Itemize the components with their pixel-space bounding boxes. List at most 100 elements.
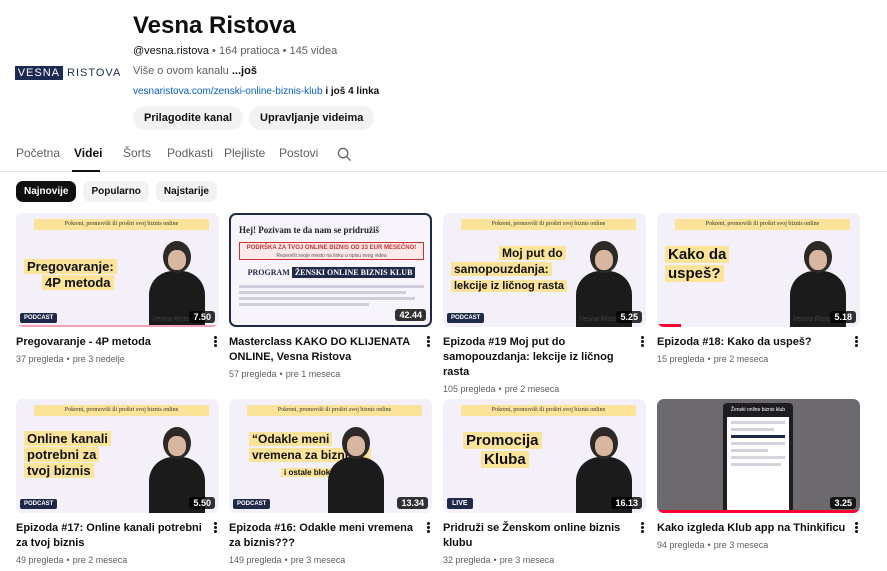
more-options-icon[interactable] xyxy=(424,521,432,535)
video-card[interactable]: Pokreni, promoviši ili proširi svoj bizn… xyxy=(229,399,432,565)
video-duration: 5.18 xyxy=(830,311,856,323)
manage-videos-button[interactable]: Upravljanje videima xyxy=(249,106,375,130)
podcast-badge: PODCAST xyxy=(20,499,58,509)
video-title[interactable]: Epizoda #19 Moj put do samopouzdanja: le… xyxy=(443,335,632,380)
tab-shorts[interactable]: Šorts xyxy=(123,146,151,160)
promo-box: PODRŠKA ZA TVOJ ONLINE BIZNIS OD 33 EUR … xyxy=(239,242,424,260)
thumbnail-headline: Pregovaranje: 4P metoda xyxy=(24,259,117,291)
tab-posts[interactable]: Postovi xyxy=(279,146,318,160)
promo-title: Hej! Pozivam te da nam se pridružiš xyxy=(239,225,379,235)
active-tab-indicator xyxy=(72,170,100,172)
phone-screenshot: Ženski online biznis klub xyxy=(723,403,793,513)
video-title[interactable]: Epizoda #16: Odakle meni vremena za bizn… xyxy=(229,521,418,551)
video-meta: Kako izgleda Klub app na Thinkificu 94 p… xyxy=(657,521,860,550)
channel-about[interactable]: Više o ovom kanalu ...još xyxy=(133,65,257,77)
tab-videos[interactable]: Videi xyxy=(74,146,102,160)
channel-tabs: Početna Videi Šorts Podkasti Plejliste P… xyxy=(0,140,887,172)
channel-avatar[interactable]: VESNA RISTOVA xyxy=(14,64,120,82)
channel-meta: @vesna.ristova • 164 pratioca • 145 vide… xyxy=(133,45,337,57)
video-card[interactable]: Pokreni, promoviši ili proširi svoj bizn… xyxy=(443,399,646,565)
video-count: 145 videa xyxy=(289,45,338,57)
video-thumbnail[interactable]: Pokreni, promoviši ili proširi svoj bizn… xyxy=(443,213,646,327)
more-options-icon[interactable] xyxy=(211,521,219,535)
video-meta: Epizoda #16: Odakle meni vremena za bizn… xyxy=(229,521,432,565)
search-icon[interactable] xyxy=(337,147,352,162)
video-thumbnail[interactable]: Hej! Pozivam te da nam se pridružiš PODR… xyxy=(229,213,432,327)
more-options-icon[interactable] xyxy=(852,521,860,535)
thumbnail-banner: Pokreni, promoviši ili proširi svoj bizn… xyxy=(34,219,209,230)
video-stats: 37 pregleda • pre 3 nedelje xyxy=(16,354,125,364)
video-title[interactable]: Pridruži se Ženskom online biznis klubu xyxy=(443,521,632,551)
video-thumbnail[interactable]: Pokreni, promoviši ili proširi svoj bizn… xyxy=(229,399,432,513)
channel-link-url[interactable]: vesnaristova.com/zenski-online-biznis-kl… xyxy=(133,86,323,97)
video-grid: Pokreni, promoviši ili proširi svoj bizn… xyxy=(16,213,876,571)
watch-progress-bar xyxy=(657,510,860,513)
more-options-icon[interactable] xyxy=(424,335,432,349)
video-duration: 3.25 xyxy=(830,497,856,509)
video-stats: 149 pregleda • pre 3 meseca xyxy=(229,555,346,565)
tab-home[interactable]: Početna xyxy=(16,146,60,160)
video-thumbnail[interactable]: Ženski online biznis klub 3.25 xyxy=(657,399,860,513)
video-card[interactable]: Pokreni, promoviši ili proširi svoj bizn… xyxy=(16,213,219,364)
video-thumbnail[interactable]: Pokreni, promoviši ili proširi svoj bizn… xyxy=(657,213,860,327)
video-title[interactable]: Epizoda #17: Online kanali potrebni za t… xyxy=(16,521,205,551)
video-title[interactable]: Masterclass KAKO DO KLIJENATA ONLINE, Ve… xyxy=(229,335,418,365)
video-title[interactable]: Pregovaranje - 4P metoda xyxy=(16,335,205,350)
channel-handle: @vesna.ristova xyxy=(133,45,209,57)
video-card[interactable]: Pokreni, promoviši ili proširi svoj bizn… xyxy=(16,399,219,565)
video-card[interactable]: Ženski online biznis klub 3.25 Kako izgl… xyxy=(657,399,860,550)
subscriber-count: 164 pratioca xyxy=(218,45,280,57)
video-duration: 13.34 xyxy=(397,497,428,509)
customize-channel-button[interactable]: Prilagodite kanal xyxy=(133,106,244,130)
chip-oldest[interactable]: Najstarije xyxy=(155,181,217,202)
meta-separator: • xyxy=(282,45,287,57)
more-options-icon[interactable] xyxy=(638,521,646,535)
tab-podcasts[interactable]: Podkasti xyxy=(167,146,213,160)
thumbnail-headline: Kako da uspeš? xyxy=(665,245,730,283)
video-thumbnail[interactable]: Pokreni, promoviši ili proširi svoj bizn… xyxy=(16,399,219,513)
promo-program: PROGRAM ŽENSKI ONLINE BIZNIS KLUB xyxy=(239,267,424,278)
app-screen-title: Ženski online biznis klub xyxy=(730,407,786,413)
video-duration: 5.50 xyxy=(189,497,215,509)
thumbnail-banner: Pokreni, promoviši ili proširi svoj bizn… xyxy=(247,405,422,416)
more-links[interactable]: i još 4 linka xyxy=(325,86,379,97)
video-card[interactable]: Pokreni, promoviši ili proširi svoj bizn… xyxy=(657,213,860,364)
video-duration: 5.25 xyxy=(616,311,642,323)
video-meta: Masterclass KAKO DO KLIJENATA ONLINE, Ve… xyxy=(229,335,432,379)
video-meta: Epizoda #17: Online kanali potrebni za t… xyxy=(16,521,219,565)
tab-playlists[interactable]: Plejliste xyxy=(224,146,265,160)
podcast-badge: PODCAST xyxy=(233,499,271,509)
more-options-icon[interactable] xyxy=(211,335,219,349)
watch-progress-bar xyxy=(657,324,682,327)
thumbnail-banner: Pokreni, promoviši ili proširi svoj bizn… xyxy=(34,405,209,416)
video-stats: 94 pregleda • pre 3 meseca xyxy=(657,540,769,550)
thumbnail-headline: Online kanali potrebni za tvoj biznis xyxy=(24,431,111,479)
video-stats: 105 pregleda • pre 2 meseca xyxy=(443,384,560,394)
thumbnail-banner: Pokreni, promoviši ili proširi svoj bizn… xyxy=(461,405,636,416)
video-thumbnail[interactable]: Pokreni, promoviši ili proširi svoj bizn… xyxy=(443,399,646,513)
filter-chips: Najnovije Popularno Najstarije xyxy=(16,181,217,202)
about-more-link[interactable]: ...još xyxy=(232,65,257,77)
video-card[interactable]: Hej! Pozivam te da nam se pridružiš PODR… xyxy=(229,213,432,379)
video-duration: 16.13 xyxy=(611,497,642,509)
thumbnail-headline: Promocija Kluba xyxy=(463,431,542,469)
video-title[interactable]: Epizoda #18: Kako da uspeš? xyxy=(657,335,846,350)
chip-popular[interactable]: Popularno xyxy=(83,181,149,202)
video-meta: Epizoda #19 Moj put do samopouzdanja: le… xyxy=(443,335,646,394)
more-options-icon[interactable] xyxy=(638,335,646,349)
video-duration: 7.50 xyxy=(189,311,215,323)
video-meta: Pridruži se Ženskom online biznis klubu … xyxy=(443,521,646,565)
video-thumbnail[interactable]: Pokreni, promoviši ili proširi svoj bizn… xyxy=(16,213,219,327)
video-card[interactable]: Pokreni, promoviši ili proširi svoj bizn… xyxy=(443,213,646,394)
meta-separator: • xyxy=(212,45,216,57)
chip-newest[interactable]: Najnovije xyxy=(16,181,77,202)
live-badge: LIVE xyxy=(447,498,473,509)
video-title[interactable]: Kako izgleda Klub app na Thinkificu xyxy=(657,521,846,536)
about-text[interactable]: Više o ovom kanalu xyxy=(133,65,229,77)
video-stats: 32 pregleda • pre 3 meseca xyxy=(443,555,555,565)
podcast-badge: PODCAST xyxy=(447,313,485,323)
more-options-icon[interactable] xyxy=(852,335,860,349)
header-buttons: Prilagodite kanal Upravljanje videima xyxy=(133,106,375,130)
podcast-badge: PODCAST xyxy=(20,313,58,323)
host-photo xyxy=(328,427,384,513)
